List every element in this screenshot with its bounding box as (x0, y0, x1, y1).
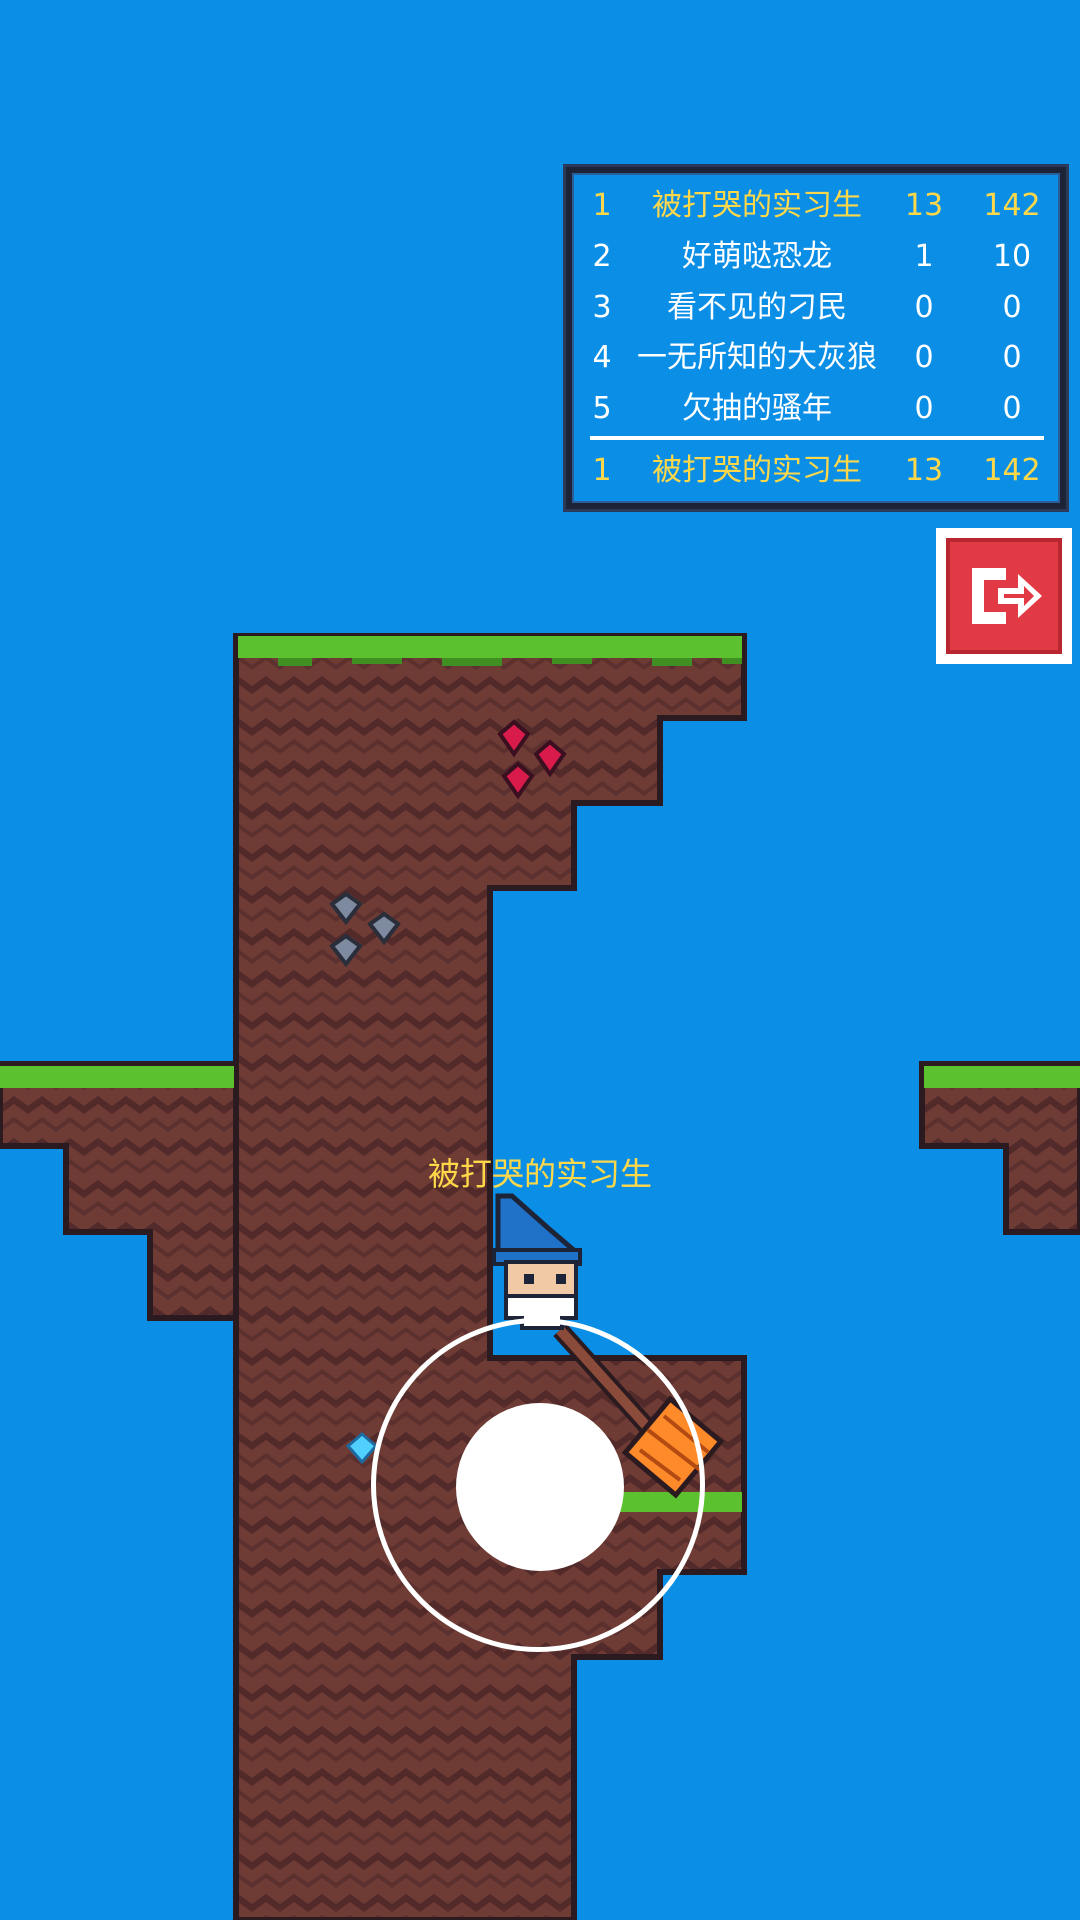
leaderboard-divider (590, 436, 1044, 440)
leaderboard-name: 被打哭的实习生 (652, 453, 862, 488)
leaderboard-kills: 0 (914, 391, 934, 426)
leaderboard-kills: 1 (914, 239, 934, 274)
leaderboard-name: 欠抽的骚年 (682, 391, 832, 426)
player-name-label: 被打哭的实习生 (427, 1155, 652, 1193)
exit-door-arrow-icon (972, 568, 1042, 624)
leaderboard-rank: 3 (592, 290, 612, 325)
leaderboard-score: 10 (992, 239, 1032, 274)
leaderboard-row: 4 一无所知的大灰狼 0 0 (572, 333, 1060, 383)
leaderboard-score: 0 (1002, 391, 1022, 426)
leaderboard-kills: 0 (914, 340, 934, 375)
leaderboard-name: 好萌哒恐龙 (682, 239, 832, 274)
leaderboard-rank: 1 (592, 188, 612, 223)
leaderboard-row: 1 被打哭的实习生 13 142 (572, 181, 1060, 231)
leaderboard-score: 0 (1002, 290, 1022, 325)
exit-button-face (946, 538, 1062, 654)
leaderboard-row: 2 好萌哒恐龙 1 10 (572, 232, 1060, 282)
leaderboard-name: 被打哭的实习生 (652, 188, 862, 223)
joystick-knob[interactable] (456, 1403, 624, 1571)
leaderboard-self-row: 1 被打哭的实习生 13 142 (572, 446, 1060, 496)
leaderboard-rank: 5 (592, 391, 612, 426)
terrain-main-pillar (233, 633, 747, 1920)
leaderboard-rank: 1 (592, 453, 612, 488)
leaderboard-row: 5 欠抽的骚年 0 0 (572, 384, 1060, 434)
leaderboard-rank: 2 (592, 239, 612, 274)
leaderboard-row: 3 看不见的刁民 0 0 (572, 283, 1060, 333)
leaderboard-rank: 4 (592, 340, 612, 375)
leaderboard-score: 142 (983, 188, 1041, 223)
exit-button[interactable] (936, 528, 1072, 664)
leaderboard-name: 看不见的刁民 (667, 290, 847, 325)
leaderboard-name: 一无所知的大灰狼 (637, 340, 877, 375)
terrain-right-ledge (919, 1061, 1080, 1235)
leaderboard-score: 142 (983, 453, 1041, 488)
terrain-left-ledge (0, 1061, 239, 1321)
leaderboard-kills: 13 (904, 188, 944, 223)
leaderboard-panel: 1 被打哭的实习生 13 142 2 好萌哒恐龙 1 10 3 看不见的刁民 0… (566, 167, 1066, 509)
leaderboard-score: 0 (1002, 340, 1022, 375)
leaderboard-kills: 0 (914, 290, 934, 325)
leaderboard-kills: 13 (904, 453, 944, 488)
